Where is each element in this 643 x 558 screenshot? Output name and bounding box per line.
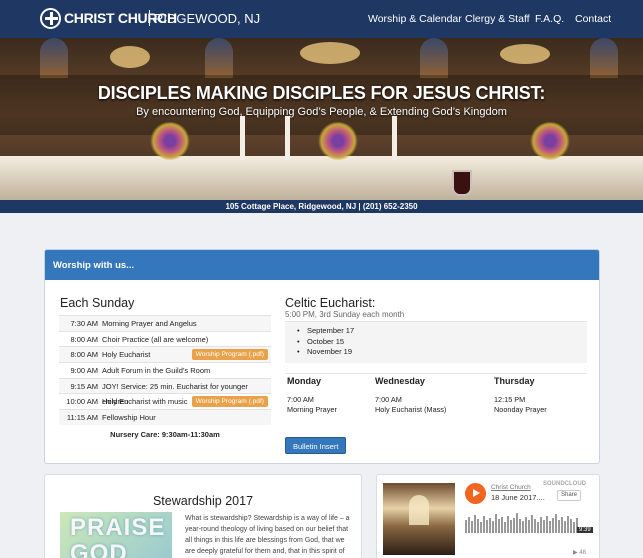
nav-worship-calendar[interactable]: Worship & Calendar xyxy=(368,13,462,25)
weekday-name: Wednesday xyxy=(375,376,425,386)
celtic-eucharist-subtitle: 5:00 PM, 3rd Sunday each month xyxy=(285,310,405,319)
play-count-value: 48 xyxy=(579,550,586,556)
table-row: 11:15 AM Fellowship Hour xyxy=(59,409,271,425)
praise-image-text: GOD xyxy=(70,540,128,558)
flower-arrangement xyxy=(150,122,190,160)
service-time: 9:15 AM xyxy=(70,381,98,391)
weekday-wednesday: Wednesday 7:00 AM Holy Eucharist (Mass) xyxy=(375,376,446,414)
bulletin-insert-button[interactable]: Bulletin Insert xyxy=(285,437,347,454)
celtic-dates-box: September 17 October 15 November 19 xyxy=(285,321,587,363)
service-time: 8:00 AM xyxy=(70,334,98,344)
soundcloud-track-title[interactable]: 18 June 2017.... xyxy=(491,493,545,502)
waveform[interactable] xyxy=(465,511,593,533)
service-description: Holy Eucharist with music xyxy=(102,397,188,407)
soundcloud-card: Christ Church 18 June 2017.... SOUNDCLOU… xyxy=(376,474,600,558)
celtic-eucharist-heading: Celtic Eucharist: xyxy=(285,296,376,310)
altar-table xyxy=(0,156,643,200)
table-row: 9:00 AM Adult Forum in the Guild’s Room xyxy=(59,362,271,378)
stained-glass-window xyxy=(205,38,233,78)
nav-faq[interactable]: F.A.Q. xyxy=(535,13,564,25)
service-time: 11:15 AM xyxy=(66,413,98,423)
weekday-service: Holy Eucharist (Mass) xyxy=(375,405,447,414)
service-description: Morning Prayer and Angelus xyxy=(102,319,197,328)
candle xyxy=(392,116,397,160)
service-time: 10:00 AM xyxy=(66,397,98,407)
weekday-time: 7:00 AM xyxy=(375,395,402,404)
play-count: ▶ 48 xyxy=(573,550,586,556)
weekday-name: Thursday xyxy=(494,376,535,386)
table-row: 10:00 AM Holy Eucharist with music Worsh… xyxy=(59,393,271,409)
service-description: Holy Eucharist xyxy=(102,350,151,360)
praise-image-text: PRAISE xyxy=(70,514,166,541)
list-item: November 19 xyxy=(297,347,587,358)
each-sunday-heading: Each Sunday xyxy=(60,296,135,310)
flower-arrangement xyxy=(318,122,358,160)
hero-title: DISCIPLES MAKING DISCIPLES FOR JESUS CHR… xyxy=(97,83,546,103)
list-item: September 17 xyxy=(297,326,587,337)
table-row: 7:30 AM Morning Prayer and Angelus xyxy=(59,315,271,331)
weekday-time: 7:00 AM xyxy=(287,395,314,404)
service-time: 8:00 AM xyxy=(70,350,98,360)
weekday-monday: Monday 7:00 AM Morning Prayer xyxy=(287,376,337,414)
nursery-care-note: Nursery Care: 9:30am-11:30am xyxy=(110,430,220,439)
light-glow xyxy=(110,46,150,68)
light-glow xyxy=(500,44,550,64)
table-row: 9:15 AM JOY! Service: 25 min. Eucharist … xyxy=(59,377,271,406)
service-description: Fellowship Hour xyxy=(102,413,156,423)
hero-subtitle: By encountering God, Equipping God’s Peo… xyxy=(136,106,507,118)
service-description: Choir Practice (all are welcome) xyxy=(102,334,209,344)
brand-divider xyxy=(149,10,150,26)
service-time: 9:00 AM xyxy=(70,366,98,376)
nav-contact[interactable]: Contact xyxy=(575,13,611,25)
stained-glass-window xyxy=(420,38,448,78)
soundcloud-logo[interactable]: SOUNDCLOUD xyxy=(543,481,586,487)
sunday-schedule-table: 7:30 AM Morning Prayer and Angelus 8:00 … xyxy=(59,315,271,425)
light-glow xyxy=(300,42,360,64)
top-navbar: CHRIST CHURCH RIDGEWOOD, NJ Worship & Ca… xyxy=(0,0,643,38)
weekday-service: Morning Prayer xyxy=(287,405,337,414)
candle xyxy=(285,116,290,160)
nav-clergy-staff[interactable]: Clergy & Staff xyxy=(465,13,530,25)
hero-banner: DISCIPLES MAKING DISCIPLES FOR JESUS CHR… xyxy=(0,38,643,200)
stewardship-card: Stewardship 2017 PRAISE GOD What is stew… xyxy=(44,474,362,558)
praise-god-image[interactable]: PRAISE GOD xyxy=(60,512,172,558)
stewardship-title: Stewardship 2017 xyxy=(152,494,254,508)
track-duration: 9:39 xyxy=(577,527,593,533)
divider xyxy=(285,373,587,374)
list-item: October 15 xyxy=(297,337,587,348)
stewardship-body: What is stewardship? Stewardship is a wa… xyxy=(185,515,350,555)
brand-location[interactable]: RIDGEWOOD, NJ xyxy=(154,11,260,26)
worship-panel-title: Worship with us... xyxy=(53,260,135,271)
candle xyxy=(240,116,245,160)
chalice xyxy=(452,170,472,196)
soundcloud-artist-link[interactable]: Christ Church xyxy=(491,484,531,491)
weekday-time: 12:15 PM xyxy=(494,395,526,404)
service-time: 7:30 AM xyxy=(70,319,98,328)
church-cross-logo-icon[interactable] xyxy=(40,8,61,29)
service-description: Adult Forum in the Guild’s Room xyxy=(102,366,211,376)
celtic-dates-list: September 17 October 15 November 19 xyxy=(285,322,587,358)
stained-glass-window xyxy=(590,38,618,78)
share-button[interactable]: Share xyxy=(557,490,582,501)
weekday-thursday: Thursday 12:15 PM Noonday Prayer xyxy=(494,376,547,414)
worship-program-button[interactable]: Worship Program (.pdf) xyxy=(191,349,268,361)
weekday-service: Noonday Prayer xyxy=(494,405,547,414)
worship-panel: Worship with us... Each Sunday 7:30 AM M… xyxy=(44,249,600,464)
stained-glass-window xyxy=(40,38,68,78)
church-interior-photo xyxy=(383,483,455,555)
weekday-name: Monday xyxy=(287,376,322,386)
table-row: 8:00 AM Holy Eucharist Worship Program (… xyxy=(59,346,271,363)
table-row: 8:00 AM Choir Practice (all are welcome) xyxy=(59,330,271,347)
address-bar: 105 Cottage Place, Ridgewood, NJ | (201)… xyxy=(0,200,643,213)
flower-arrangement xyxy=(530,122,570,160)
worship-panel-header: Worship with us... xyxy=(45,250,599,280)
play-button[interactable] xyxy=(465,483,486,504)
worship-program-button[interactable]: Worship Program (.pdf) xyxy=(191,396,268,408)
